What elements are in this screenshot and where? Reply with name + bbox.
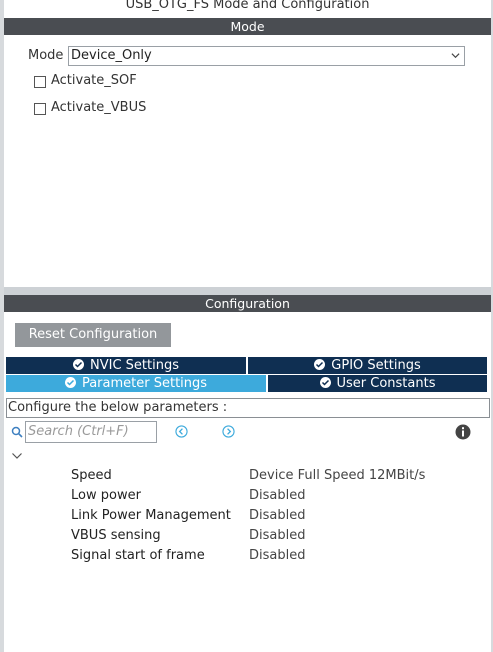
param-name-vbus-sensing[interactable]: VBUS sensing [71, 527, 161, 545]
chevron-down-icon [451, 53, 460, 59]
mode-select-value: Device_Only [71, 48, 152, 63]
params-caption: Configure the below parameters : [8, 400, 228, 415]
param-name-low-power[interactable]: Low power [71, 487, 141, 505]
window-title: USB_OTG_FS Mode and Configuration [125, 0, 370, 12]
check-circle-icon [64, 377, 76, 388]
mode-select[interactable]: Device_Only [68, 46, 465, 66]
reset-configuration-button[interactable]: Reset Configuration [15, 323, 171, 347]
check-circle-icon [73, 359, 84, 370]
collapse-chevron-icon[interactable] [11, 451, 23, 461]
checkbox-label: Activate_VBUS [51, 100, 147, 115]
tab-label: User Constants [336, 376, 436, 391]
param-value-vbus-sensing[interactable]: Disabled [249, 527, 305, 545]
search-icon [11, 426, 23, 438]
tab-label: NVIC Settings [90, 358, 179, 373]
tab-user-constants[interactable]: User Constants [268, 375, 487, 392]
check-circle-icon [319, 377, 331, 388]
info-icon[interactable] [455, 424, 471, 440]
tab-label: Parameter Settings [81, 376, 208, 391]
param-name-signal-start-of-frame[interactable]: Signal start of frame [71, 547, 205, 565]
check-circle-icon [314, 359, 326, 370]
mode-label: Mode [28, 48, 64, 63]
param-value-speed[interactable]: Device Full Speed 12MBit/s [249, 467, 425, 485]
forward-arrow-icon[interactable] [222, 425, 235, 438]
tab-parameter-settings[interactable]: Parameter Settings [6, 375, 266, 392]
param-name-speed[interactable]: Speed [71, 467, 112, 485]
param-value-signal-start-of-frame[interactable]: Disabled [249, 547, 305, 565]
back-arrow-icon[interactable] [175, 425, 188, 438]
left-border [0, 0, 4, 652]
checkbox-box[interactable] [34, 76, 46, 88]
mode-section-header: Mode [4, 18, 491, 35]
param-name-link-power-management[interactable]: Link Power Management [71, 507, 231, 525]
checkbox-label: Activate_SOF [51, 73, 137, 88]
tab-label: GPIO Settings [331, 358, 421, 373]
param-value-link-power-management[interactable]: Disabled [249, 507, 305, 525]
section-splitter[interactable] [4, 287, 491, 295]
search-placeholder: Search (Ctrl+F) [28, 424, 129, 439]
tab-gpio-settings[interactable]: GPIO Settings [248, 357, 487, 374]
checkbox-box[interactable] [34, 103, 46, 115]
tab-nvic-settings[interactable]: NVIC Settings [6, 357, 246, 374]
search-input[interactable]: Search (Ctrl+F) [25, 421, 157, 443]
param-value-low-power[interactable]: Disabled [249, 487, 305, 505]
params-caption-box: Configure the below parameters : [6, 398, 490, 418]
config-section-header: Configuration [4, 295, 491, 312]
